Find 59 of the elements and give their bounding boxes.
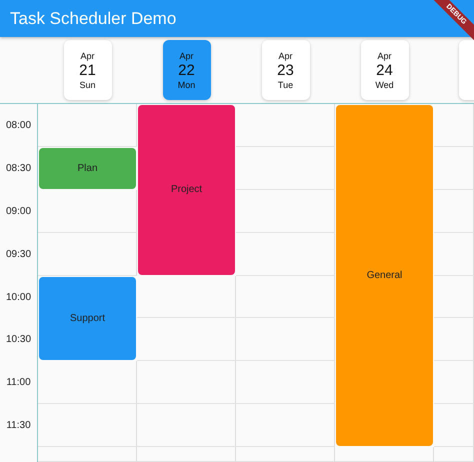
day-weekday: Sun bbox=[79, 80, 96, 90]
event-block[interactable]: Project bbox=[138, 105, 235, 275]
day-month: Apr bbox=[278, 50, 292, 60]
day-date: 21 bbox=[79, 62, 96, 78]
grid-cell[interactable] bbox=[137, 318, 236, 362]
day-weekday: Mon bbox=[178, 80, 196, 90]
grid-cell[interactable] bbox=[38, 404, 137, 448]
day-card[interactable]: Apr 22 Mon bbox=[162, 40, 210, 100]
day-date: 22 bbox=[178, 62, 195, 78]
day-month: Apr bbox=[80, 50, 94, 60]
grid-cell[interactable] bbox=[236, 447, 335, 462]
grid-cell[interactable] bbox=[434, 447, 474, 462]
time-label: 08:30 bbox=[0, 146, 38, 190]
grid-cell[interactable] bbox=[236, 232, 335, 276]
day-card[interactable]: Apr 24 Wed bbox=[360, 40, 408, 100]
time-label: 09:30 bbox=[0, 232, 38, 276]
grid-cell[interactable] bbox=[38, 447, 137, 462]
day-month: Apr bbox=[377, 50, 392, 60]
grid-cell[interactable] bbox=[434, 232, 474, 276]
day-date: 23 bbox=[277, 62, 294, 78]
app-title: Task Scheduler Demo bbox=[10, 8, 176, 28]
time-label: 10:00 bbox=[0, 276, 38, 318]
grid-cell[interactable] bbox=[434, 104, 474, 147]
grid-cell[interactable] bbox=[434, 190, 474, 233]
grid-cell[interactable] bbox=[236, 361, 335, 404]
grid-cell[interactable] bbox=[38, 104, 137, 147]
grid-cell[interactable] bbox=[434, 318, 474, 362]
time-label: 08:00 bbox=[0, 104, 38, 147]
grid-cell[interactable] bbox=[434, 361, 474, 404]
grid-cell[interactable] bbox=[236, 146, 335, 190]
event-block[interactable]: Plan bbox=[39, 148, 136, 189]
day-weekday: Tue bbox=[278, 80, 294, 90]
grid-cell[interactable] bbox=[434, 276, 474, 318]
time-label: 11:30 bbox=[0, 404, 38, 448]
grid-cell[interactable] bbox=[434, 146, 474, 190]
grid-cell[interactable] bbox=[137, 361, 236, 404]
day-month: Apr bbox=[179, 50, 194, 60]
day-date: 24 bbox=[376, 62, 393, 78]
event-block[interactable]: General bbox=[336, 105, 433, 446]
grid-cell[interactable] bbox=[137, 447, 236, 462]
time-label: 09:00 bbox=[0, 190, 38, 233]
grid-cell[interactable] bbox=[434, 404, 474, 448]
grid-cell[interactable] bbox=[137, 404, 236, 448]
grid-cell[interactable] bbox=[38, 361, 137, 404]
day-card[interactable]: Apr 23 Tue bbox=[262, 40, 310, 100]
grid-cell[interactable] bbox=[236, 318, 335, 362]
grid-cell[interactable] bbox=[38, 190, 137, 233]
grid-cell[interactable] bbox=[335, 447, 434, 462]
day-weekday: Wed bbox=[375, 80, 394, 90]
time-label: 10:30 bbox=[0, 318, 38, 362]
grid-cell[interactable] bbox=[38, 232, 137, 276]
grid-cell[interactable] bbox=[236, 104, 335, 147]
grid-cell[interactable] bbox=[236, 190, 335, 233]
event-block[interactable]: Support bbox=[39, 276, 136, 360]
grid-cell[interactable] bbox=[236, 276, 335, 318]
grid-cell[interactable] bbox=[137, 276, 236, 318]
day-card[interactable]: Apr 21 Sun bbox=[64, 40, 112, 100]
grid-cell[interactable] bbox=[236, 404, 335, 448]
time-label: 11:00 bbox=[0, 361, 38, 404]
